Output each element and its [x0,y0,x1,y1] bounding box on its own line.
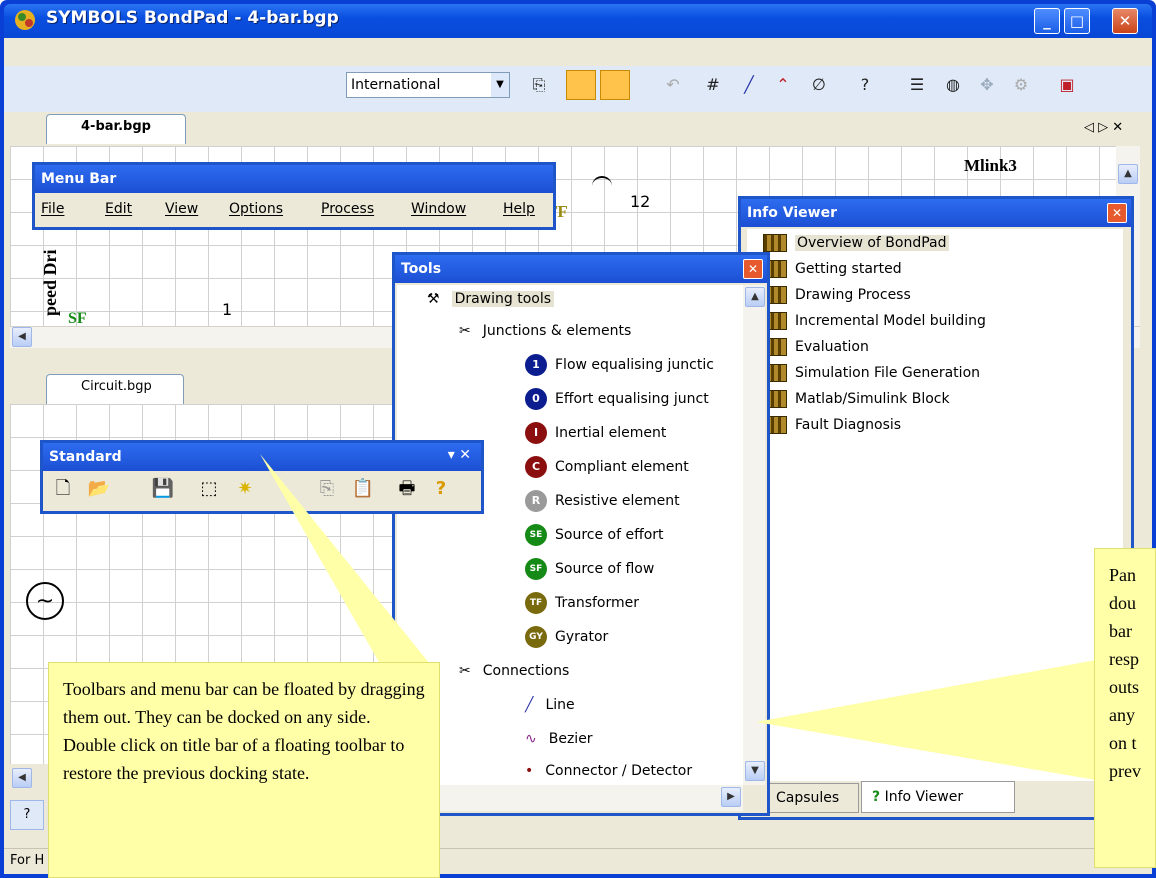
tab-nav-controls[interactable]: ◁ ▷ ✕ [1084,120,1123,135]
undo-icon[interactable]: ↶ [660,72,686,98]
info-viewer-close-icon[interactable]: ✕ [1107,203,1127,223]
cut-icon[interactable]: ✷ [231,475,259,503]
tab-4-bar[interactable]: 4-bar.bgp [46,114,186,144]
element-item[interactable]: I Inertial element [525,421,666,445]
ac-source-icon: ~ [26,582,64,620]
grid-icon[interactable] [566,70,596,100]
save-icon[interactable]: 💾 [149,475,177,503]
info-item[interactable]: Simulation File Generation [763,361,980,385]
curved-arrow [592,176,612,206]
bottom-scroll-left-icon[interactable]: ◀ [12,768,32,788]
select-icon[interactable]: ⬚ [195,475,223,503]
callout-right-pointer [756,660,1096,780]
tab-4-bar-label: 4-bar.bgp [81,119,151,134]
bond-number-12: 12 [630,192,651,211]
tree-root-drawing-tools[interactable]: ⚒ Drawing tools [427,287,555,311]
menu-help[interactable]: Help [503,201,535,217]
menu-edit[interactable]: Edit [105,201,132,217]
info-viewer-title[interactable]: Info Viewer [741,199,1131,227]
open-folder-icon[interactable]: 📂 [85,475,113,503]
hammer-icon: ⚒ [427,291,440,307]
element-item[interactable]: SE Source of effort [525,523,664,547]
tools-scroll-right-icon[interactable]: ▶ [721,787,741,807]
tools-scroll-up-icon[interactable]: ▲ [745,287,765,307]
minimize-button[interactable]: _ [1034,8,1060,34]
menu-window[interactable]: Window [411,201,466,217]
window-title: SYMBOLS BondPad - 4-bar.bgp [46,8,339,28]
info-item[interactable]: Drawing Process [763,283,911,307]
process-icon[interactable]: ✥ [974,72,1000,98]
connector-icon: • [525,763,534,779]
tools-icon: ✂ [459,663,471,679]
copy-icon[interactable]: ⎘ [526,72,552,98]
locale-value: International [351,77,441,93]
callout-left: Toolbars and menu bar can be floated by … [48,662,440,878]
connection-item[interactable]: ∿ Bezier [525,727,593,751]
chevron-down-icon[interactable]: ▼ [491,73,509,97]
book-icon [763,234,787,252]
bond-icon[interactable]: ╱ [736,72,762,98]
tools-hscroll[interactable] [397,785,743,811]
menu-view[interactable]: View [165,201,198,217]
standard-toolbar-controls[interactable]: ▾ ✕ [448,447,471,463]
menu-bar-title[interactable]: Menu Bar [35,165,553,193]
line-icon: ╱ [525,697,534,713]
element-item[interactable]: 0 Effort equalising junct [525,387,709,411]
speed-drive-label: peed Dri [40,249,60,317]
connection-item[interactable]: • Connector / Detector [525,759,692,783]
hash-icon[interactable]: # [700,72,726,98]
tools-window: Tools ✕ ⚒ Drawing tools ✂ Junctions & elem… [392,252,770,816]
app-icon [12,8,38,32]
mlink-label: Mlink3 [964,156,1017,175]
menu-bar-window: Menu Bar File Edit View Options Process … [32,162,556,230]
settings-icon[interactable]: ⚙ [1008,72,1034,98]
info-item[interactable]: Incremental Model building [763,309,986,333]
help-tool-icon[interactable]: ? [10,800,44,830]
menu-process[interactable]: Process [321,201,374,217]
null-icon[interactable]: ∅ [806,72,832,98]
maximize-button[interactable]: □ [1064,8,1090,34]
tools-tree: ⚒ Drawing tools ✂ Junctions & elements 1 Fl… [397,285,743,785]
snap-grid-icon[interactable] [600,70,630,100]
element-item[interactable]: GY Gyrator [525,625,608,649]
menu-items: File Edit View Options Process Window He… [35,193,553,227]
callout-right: Pan dou bar resp outs any on t prev [1094,548,1156,868]
menu-file[interactable]: File [41,201,64,217]
tools-icon: ✂ [459,323,471,339]
info-item[interactable]: Evaluation [763,335,869,359]
tree-group-connections[interactable]: ✂ Connections [459,659,569,683]
element-item[interactable]: R Resistive element [525,489,680,513]
simulate-icon[interactable]: ▣ [1054,72,1080,98]
tree-group-junctions[interactable]: ✂ Junctions & elements [459,319,631,343]
info-item[interactable]: Getting started [763,257,902,281]
bond-number-1: 1 [222,300,233,319]
element-item[interactable]: C Compliant element [525,455,689,479]
info-item[interactable]: Overview of BondPad [763,231,949,255]
close-button[interactable]: ✕ [1112,8,1138,34]
element-item[interactable]: SF Source of flow [525,557,654,581]
capsule-icon[interactable]: ◍ [940,72,966,98]
tab-circuit[interactable]: Circuit.bgp [46,374,184,404]
list-icon[interactable]: ☰ [904,72,930,98]
connection-item[interactable]: ╱ Line [525,693,575,717]
tools-title[interactable]: Tools [395,255,767,283]
status-text: For H [10,853,45,868]
info-item[interactable]: Fault Diagnosis [763,413,901,437]
menu-options[interactable]: Options [229,201,283,217]
locale-select[interactable]: International ▼ [346,72,510,98]
scroll-left-icon[interactable]: ◀ [12,327,32,347]
bezier-icon: ∿ [525,731,537,747]
angle-bond-icon[interactable]: ⌃ [770,72,796,98]
tools-close-icon[interactable]: ✕ [743,259,763,279]
tab-circuit-label: Circuit.bgp [81,379,152,394]
scroll-up-icon[interactable]: ▲ [1118,164,1138,184]
callout-left-pointer [260,454,430,664]
info-item[interactable]: Matlab/Simulink Block [763,387,950,411]
element-item[interactable]: 1 Flow equalising junctic [525,353,714,377]
element-item[interactable]: TF Transformer [525,591,639,615]
callout-left-text: Toolbars and menu bar can be floated by … [63,679,425,783]
new-file-icon[interactable]: 🗋 [49,475,77,503]
help-icon[interactable]: ? [852,72,878,98]
